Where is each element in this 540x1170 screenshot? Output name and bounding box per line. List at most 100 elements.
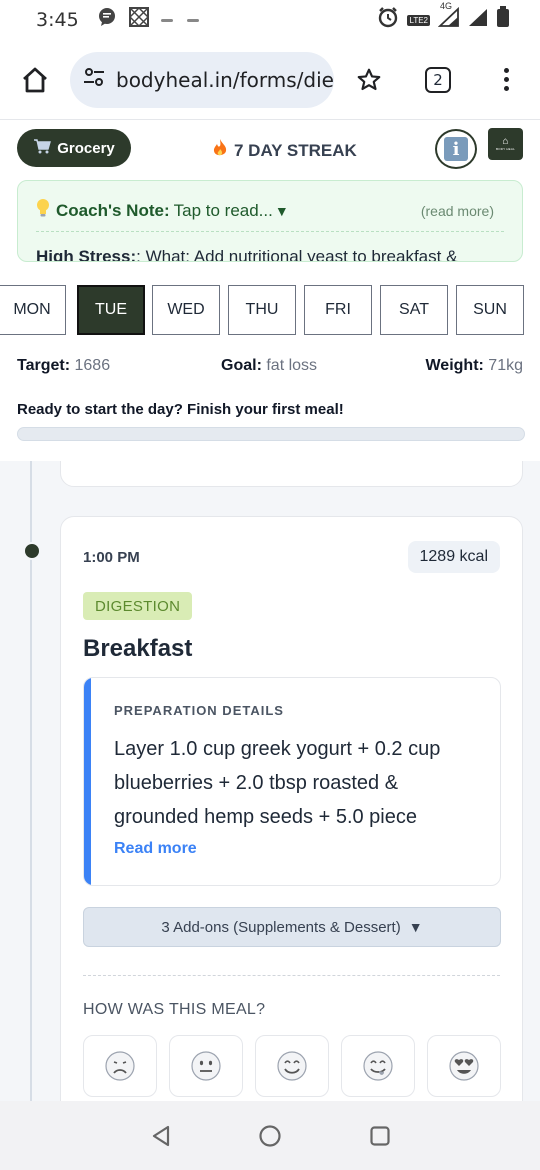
coach-note-card[interactable]: Coach's Note: Tap to read... ▼ (read mor… [17,180,523,262]
recents-square-icon [370,1126,390,1146]
alarm-icon [377,6,399,34]
stress-label: High Stress: [36,247,137,262]
cart-icon [33,138,52,158]
stress-text: : What: Add nutritional yeast to breakfa… [136,247,458,262]
signal-icon [468,7,488,33]
volte-icon: LTE2 [407,14,430,26]
network-label: 4G [440,1,453,11]
prep-accent-bar [84,678,91,885]
info-button[interactable]: i [435,129,477,169]
prep-title: PREPARATION DETAILS [114,703,284,718]
sad-face-icon [105,1051,135,1081]
rating-love-button[interactable] [427,1035,501,1097]
signal-icon: 4G [437,1,460,33]
more-dots-icon [503,68,509,73]
rating-prompt: HOW WAS THIS MEAL? [83,1001,266,1018]
volte-label: LTE2 [409,15,428,25]
brand-logo[interactable]: ⌂ BODY HEAL [488,128,523,160]
meal-name: Breakfast [83,635,193,662]
back-button[interactable] [148,1123,174,1149]
kcal-badge: 1289 kcal [407,541,500,573]
recents-button[interactable] [367,1123,393,1149]
grocery-label: Grocery [57,139,115,157]
coach-note-header[interactable]: Coach's Note: Tap to read... ▼ (read mor… [36,198,494,223]
day-tab-mon[interactable]: MON [0,285,66,335]
addons-label: 3 Add-ons (Supplements & Dessert) [161,918,401,936]
day-tab-thu[interactable]: THU [228,285,296,335]
progress-message: Ready to start the day? Finish your firs… [17,401,344,418]
lightbulb-icon [36,198,50,223]
weight-value: 71kg [488,357,523,374]
day-tab-sun[interactable]: SUN [456,285,524,335]
system-nav-bar [0,1101,540,1170]
caret-down-icon: ▼ [408,919,423,935]
rating-neutral-button[interactable] [169,1035,243,1097]
home-nav-button[interactable] [257,1123,283,1149]
notification-icon [186,18,199,22]
day-tab-tue[interactable]: TUE [77,285,145,335]
day-progress-bar [17,427,525,441]
day-tab-wed[interactable]: WED [152,285,220,335]
read-more-link[interactable]: Read more [114,840,197,858]
meal-timeline: 1:00 PM 1289 kcal DIGESTION Breakfast PR… [0,461,540,1101]
prep-text: Layer 1.0 cup greek yogurt + 0.2 cup blu… [114,738,441,828]
day-tab-sat[interactable]: SAT [380,285,448,335]
rating-sad-button[interactable] [83,1035,157,1097]
goal-stat: Goal: fat loss [221,357,317,375]
pattern-app-icon [128,6,149,33]
meal-time: 1:00 PM [83,549,140,566]
coach-read-more[interactable]: (read more) [421,203,494,219]
battery-icon [496,6,510,34]
tab-count: 2 [425,66,451,93]
home-icon [23,67,47,92]
target-value: 1686 [74,357,111,374]
rating-yum-button[interactable] [341,1035,415,1097]
streak-badge: 7 DAY STREAK [212,138,357,163]
fire-icon [212,138,228,163]
preparation-details: PREPARATION DETAILS Layer 1.0 cup greek … [83,677,501,886]
meal-tag: DIGESTION [83,592,193,620]
browser-toolbar: bodyheal.in/forms/die 2 [0,40,540,120]
address-bar[interactable]: bodyheal.in/forms/die [70,51,334,108]
timeline-dot [23,542,41,560]
message-icon [97,7,117,33]
coach-stress-line: High Stress:: What: Add nutritional yeas… [36,247,458,262]
meal-divider [83,975,500,976]
weight-stat: Weight: 71kg [425,357,523,375]
rating-smile-button[interactable] [255,1035,329,1097]
savoring-face-icon [363,1051,393,1081]
stats-row: Target: 1686 Goal: fat loss Weight: 71kg [17,357,523,379]
bookmark-button[interactable] [334,67,404,93]
more-dots-icon [503,86,509,91]
more-dots-icon [503,77,509,82]
coach-note-title: Coach's Note: [56,200,170,220]
home-circle-icon [259,1125,281,1147]
day-selector: MON TUE WED THU FRI SAT SUN [0,285,540,335]
target-label: Target: [17,357,71,374]
smiling-face-icon [277,1051,307,1081]
day-tab-fri[interactable]: FRI [304,285,372,335]
back-triangle-icon [152,1125,170,1147]
previous-meal-card[interactable] [60,461,523,487]
meal-card: 1:00 PM 1289 kcal DIGESTION Breakfast PR… [60,516,523,1101]
url-text: bodyheal.in/forms/die [116,67,334,92]
more-menu-button[interactable] [472,68,540,91]
tab-switcher-button[interactable]: 2 [404,66,472,93]
addons-toggle[interactable]: 3 Add-ons (Supplements & Dessert) ▼ [83,907,501,947]
home-button[interactable] [0,40,70,120]
goal-value: fat loss [266,357,318,374]
logo-text: BODY HEAL [496,147,515,151]
streak-label: 7 DAY STREAK [234,140,357,160]
target-stat: Target: 1686 [17,357,110,375]
star-icon [357,68,381,90]
grocery-button[interactable]: Grocery [17,129,131,167]
info-icon: i [444,137,468,161]
neutral-face-icon [191,1051,221,1081]
status-time: 3:45 [36,9,79,31]
status-bar: 3:45 LTE2 4G [0,0,540,40]
notification-icon [160,18,173,22]
app-header: Grocery 7 DAY STREAK i ⌂ BODY HEAL [0,120,540,176]
logo-mark: ⌂ [502,136,509,147]
site-settings-icon[interactable] [82,65,106,94]
heart-eyes-face-icon [449,1051,479,1081]
